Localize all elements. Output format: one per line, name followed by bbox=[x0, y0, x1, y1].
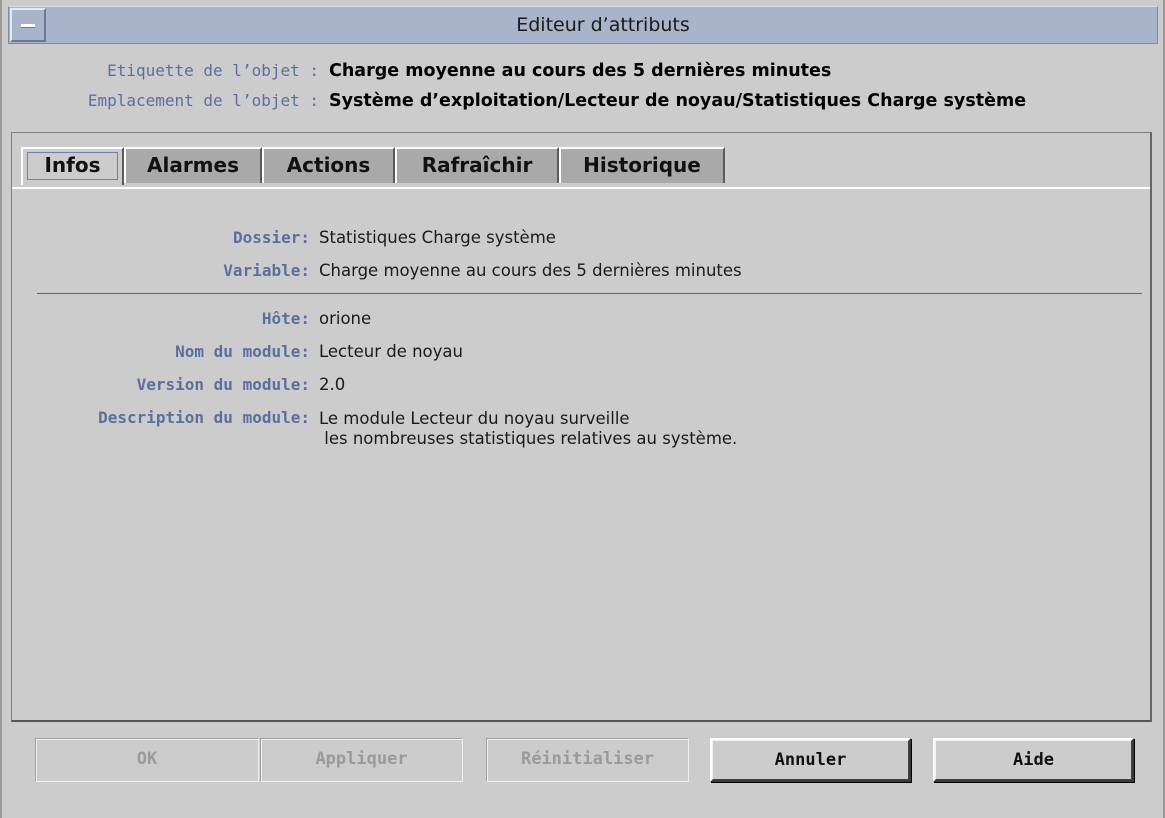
dossier-value: Statistiques Charge système bbox=[319, 228, 556, 247]
help-button[interactable]: Aide bbox=[933, 738, 1134, 782]
cancel-button-label: Annuler bbox=[774, 750, 847, 770]
ok-button[interactable]: OK bbox=[35, 738, 259, 782]
reset-button-label: Réinitialiser bbox=[520, 749, 655, 769]
object-label-row: Etiquette de l’objet : Charge moyenne au… bbox=[2, 58, 1165, 84]
object-location-value: Système d’exploitation/Lecteur de noyau/… bbox=[329, 91, 1027, 111]
module-name-value: Lecteur de noyau bbox=[319, 342, 463, 361]
reset-button[interactable]: Réinitialiser bbox=[486, 738, 689, 782]
module-description-label: Description du module: bbox=[98, 408, 310, 427]
variable-label: Variable: bbox=[223, 261, 310, 280]
hote-label: Hôte: bbox=[261, 309, 310, 328]
field-dossier: Dossier: Statistiques Charge système bbox=[12, 224, 1153, 252]
window-menu-icon bbox=[21, 24, 35, 28]
object-location-caption: Emplacement de l’objet : bbox=[87, 91, 319, 110]
field-module-name: Nom du module: Lecteur de noyau bbox=[12, 338, 1153, 366]
field-module-description: Description du module: Le module Lecteur… bbox=[12, 404, 1153, 454]
variable-value: Charge moyenne au cours des 5 dernières … bbox=[319, 261, 742, 280]
tab-infos[interactable]: Infos bbox=[21, 147, 124, 185]
tab-baseline bbox=[12, 187, 1150, 189]
field-module-version: Version du module: 2.0 bbox=[12, 371, 1153, 399]
object-location-row: Emplacement de l’objet : Système d’explo… bbox=[2, 88, 1165, 114]
tab-panel: Infos Alarmes Actions Rafraîchir Histori… bbox=[11, 132, 1152, 722]
attribute-editor-window: Editeur d’attributs Etiquette de l’objet… bbox=[0, 0, 1165, 818]
object-label-caption: Etiquette de l’objet : bbox=[107, 61, 319, 80]
title-bar[interactable]: Editeur d’attributs bbox=[8, 6, 1158, 44]
dossier-label: Dossier: bbox=[232, 228, 310, 247]
apply-button-label: Appliquer bbox=[315, 749, 408, 769]
window-menu-button[interactable] bbox=[10, 8, 46, 42]
help-button-label: Aide bbox=[1013, 750, 1054, 770]
cancel-button[interactable]: Annuler bbox=[710, 738, 911, 782]
field-hote: Hôte: orione bbox=[12, 305, 1153, 333]
infos-content: Dossier: Statistiques Charge système Var… bbox=[12, 133, 1153, 721]
module-version-label: Version du module: bbox=[136, 375, 310, 394]
field-variable: Variable: Charge moyenne au cours des 5 … bbox=[12, 257, 1153, 285]
module-name-label: Nom du module: bbox=[175, 342, 310, 361]
ok-button-label: OK bbox=[136, 749, 158, 769]
window-title: Editeur d’attributs bbox=[516, 14, 690, 36]
module-version-value: 2.0 bbox=[319, 375, 346, 394]
tab-infos-label: Infos bbox=[44, 153, 101, 177]
section-divider bbox=[37, 293, 1142, 294]
apply-button[interactable]: Appliquer bbox=[260, 738, 463, 782]
object-label-value: Charge moyenne au cours des 5 dernières … bbox=[329, 61, 832, 81]
module-description-value: Le module Lecteur du noyau surveille les… bbox=[319, 409, 738, 448]
hote-value: orione bbox=[319, 309, 372, 328]
